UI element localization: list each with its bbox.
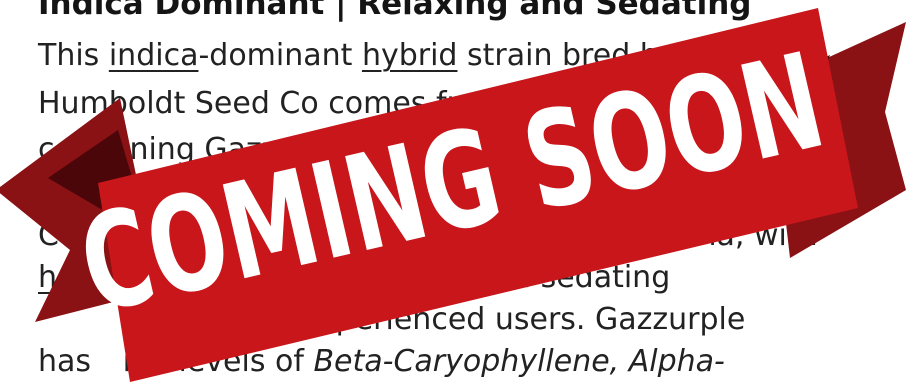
coming-soon-banner: COMING SOON xyxy=(0,8,906,382)
